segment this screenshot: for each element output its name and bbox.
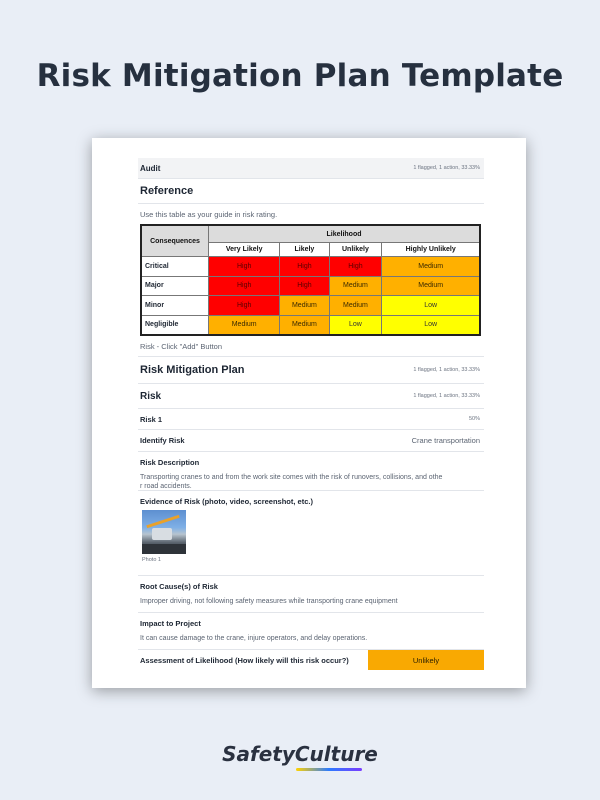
root-cause-text: Improper driving, not following safety m…: [140, 598, 398, 605]
assessment-row: Assessment of Likelihood (How likely wil…: [138, 650, 484, 670]
identify-risk-value: Crane transportation: [411, 436, 480, 445]
column-header: Unlikely: [328, 242, 383, 257]
plan-meta: 1 flagged, 1 action, 33.33%: [413, 367, 480, 373]
root-cause-label: Root Cause(s) of Risk: [140, 582, 218, 591]
rating-cell: Low: [381, 295, 481, 316]
photo-caption: Photo 1: [142, 557, 161, 563]
likelihood-answer-button[interactable]: Unlikely: [368, 650, 484, 670]
photo-crane: [152, 528, 172, 540]
risk-description-line: r road accidents.: [140, 483, 192, 490]
audit-header[interactable]: Audit 1 flagged, 1 action, 33.33%: [138, 158, 484, 179]
row-label: Critical: [140, 256, 209, 277]
evidence-label: Evidence of Risk (photo, video, screensh…: [140, 497, 313, 506]
audit-meta: 1 flagged, 1 action, 33.33%: [413, 165, 480, 171]
likelihood-header: Likelihood: [208, 224, 481, 244]
rating-cell: Medium: [328, 275, 383, 296]
rating-cell: Low: [328, 314, 383, 336]
document-preview: Audit 1 flagged, 1 action, 33.33% Refere…: [92, 138, 526, 688]
column-header: Very Likely: [207, 242, 281, 257]
rating-cell: Medium: [381, 256, 481, 277]
safetyculture-logo: SafetyCulture: [222, 742, 378, 766]
risk-section-header[interactable]: Risk 1 flagged, 1 action, 33.33%: [138, 384, 484, 409]
rating-cell: Medium: [328, 295, 383, 316]
risk-description-label: Risk Description: [140, 458, 200, 467]
rating-cell: Medium: [381, 275, 481, 296]
risk-section-title: Risk: [140, 390, 162, 402]
impact-row[interactable]: Impact to Project It can cause damage to…: [138, 613, 484, 650]
page-title: Risk Mitigation Plan Template: [36, 58, 564, 94]
risk-section-meta: 1 flagged, 1 action, 33.33%: [413, 393, 480, 399]
evidence-photo[interactable]: [142, 510, 186, 554]
reference-guide-row: Use this table as your guide in risk rat…: [138, 204, 484, 224]
photo-crane-boom: [146, 514, 180, 529]
table-row: Negligible Medium Medium Low Low: [140, 314, 481, 336]
rating-cell: High: [328, 256, 383, 277]
identify-risk-row[interactable]: Identify Risk Crane transportation: [138, 430, 484, 452]
risk-1-percent: 50%: [468, 416, 480, 422]
audit-label: Audit: [140, 163, 161, 173]
risk-1-label: Risk 1: [140, 414, 163, 424]
risk-rating-table: Consequences Likelihood Very Likely Like…: [140, 224, 481, 336]
root-cause-row[interactable]: Root Cause(s) of Risk Improper driving, …: [138, 576, 484, 613]
rating-cell: Low: [381, 314, 481, 336]
risk-description-text: Transporting cranes to and from the work…: [140, 467, 484, 491]
table-row: Critical High High High Medium: [140, 256, 481, 277]
row-label: Minor: [140, 295, 209, 316]
rating-cell: Medium: [279, 314, 330, 336]
document-body: Audit 1 flagged, 1 action, 33.33% Refere…: [138, 158, 484, 670]
column-header: Highly Unlikely: [381, 242, 481, 257]
rating-cell: Medium: [207, 314, 281, 336]
rating-cell: High: [207, 295, 281, 316]
photo-road: [142, 544, 186, 554]
plan-section-header[interactable]: Risk Mitigation Plan 1 flagged, 1 action…: [138, 357, 484, 384]
plan-title: Risk Mitigation Plan: [140, 364, 245, 376]
impact-text: It can cause damage to the crane, injure…: [140, 635, 368, 642]
reference-guide: Use this table as your guide in risk rat…: [140, 209, 278, 219]
column-header: Likely: [279, 242, 330, 257]
consequences-header: Consequences: [140, 224, 209, 257]
assessment-label: Assessment of Likelihood (How likely wil…: [140, 655, 349, 665]
rating-cell: Medium: [279, 295, 330, 316]
add-risk-hint-row[interactable]: Risk - Click "Add" Button: [138, 336, 484, 357]
table-row: Minor High Medium Medium Low: [140, 295, 481, 316]
rating-cell: High: [279, 256, 330, 277]
reference-section-header[interactable]: Reference: [138, 179, 484, 204]
table-row: Major High High Medium Medium: [140, 275, 481, 296]
rating-cell: High: [207, 256, 281, 277]
reference-title: Reference: [140, 185, 194, 197]
row-label: Major: [140, 275, 209, 296]
evidence-row[interactable]: Evidence of Risk (photo, video, screensh…: [138, 491, 484, 576]
identify-risk-label: Identify Risk: [140, 436, 185, 445]
rating-cell: High: [207, 275, 281, 296]
rating-cell: High: [279, 275, 330, 296]
risk-description-row[interactable]: Risk Description Transporting cranes to …: [138, 452, 484, 491]
impact-label: Impact to Project: [140, 619, 201, 628]
risk-1-header[interactable]: Risk 1 50%: [138, 409, 484, 430]
row-label: Negligible: [140, 314, 209, 336]
risk-description-line: Transporting cranes to and from the work…: [140, 474, 443, 481]
logo-underline: [296, 768, 362, 771]
add-risk-hint: Risk - Click "Add" Button: [140, 341, 223, 351]
